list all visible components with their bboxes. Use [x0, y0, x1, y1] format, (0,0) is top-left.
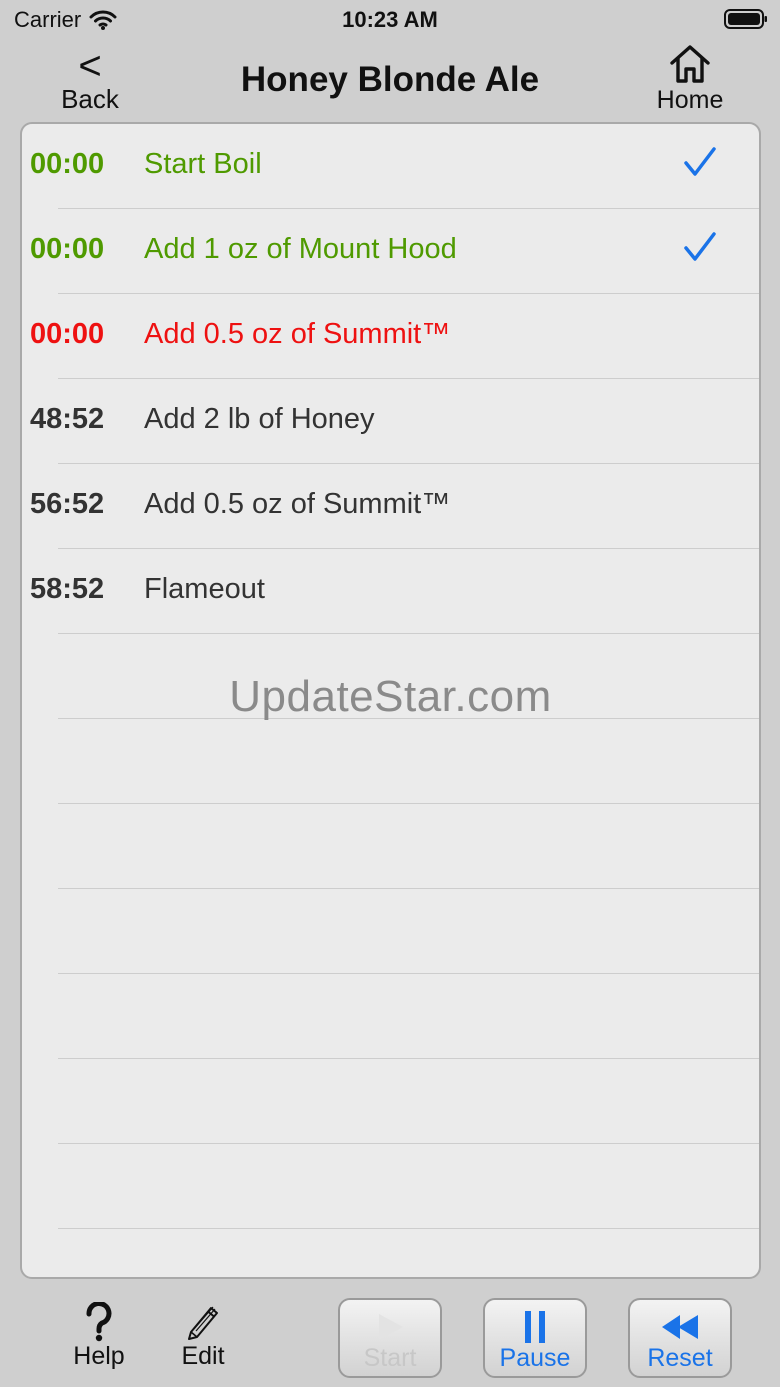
step-row[interactable]: 56:52 Add 0.5 oz of Summit™ [22, 464, 759, 549]
pencil-icon [188, 1306, 218, 1340]
boil-steps-list: 00:00 Start Boil 00:00 Add 1 oz of Mount… [20, 122, 761, 1279]
checkmark-icon [684, 232, 716, 261]
pause-button[interactable]: Pause [483, 1298, 587, 1378]
step-label: Add 0.5 oz of Summit™ [144, 488, 451, 520]
start-label: Start [363, 1344, 417, 1372]
question-icon [86, 1302, 112, 1342]
step-row[interactable]: 00:00 Start Boil [22, 124, 759, 209]
step-time: 00:00 [30, 233, 105, 265]
edit-button[interactable]: Edit [170, 1302, 236, 1371]
step-label: Add 0.5 oz of Summit™ [144, 318, 451, 350]
step-label: Start Boil [144, 148, 262, 180]
status-bar: Carrier 10:23 AM [0, 0, 780, 40]
step-row[interactable]: 00:00 Add 1 oz of Mount Hood [22, 209, 759, 294]
house-icon [670, 45, 710, 83]
step-label: Add 2 lb of Honey [144, 403, 375, 435]
start-button[interactable]: Start [338, 1298, 442, 1378]
step-time: 56:52 [30, 488, 105, 520]
empty-row [22, 804, 759, 889]
watermark: UpdateStar.com [229, 672, 552, 721]
battery-icon [724, 9, 767, 29]
empty-row [22, 719, 759, 804]
empty-row [22, 1059, 759, 1144]
step-time: 58:52 [30, 573, 105, 605]
rewind-icon [662, 1315, 698, 1339]
step-time: 00:00 [30, 148, 105, 180]
pause-label: Pause [499, 1344, 571, 1372]
empty-row [22, 889, 759, 974]
step-row[interactable]: 00:00 Add 0.5 oz of Summit™ [22, 294, 759, 379]
home-button[interactable]: Home [644, 44, 736, 115]
step-row[interactable]: 48:52 Add 2 lb of Honey [22, 379, 759, 464]
pause-icon [525, 1311, 545, 1343]
step-label: Add 1 oz of Mount Hood [144, 233, 457, 265]
help-button[interactable]: Help [64, 1302, 134, 1371]
reset-button[interactable]: Reset [628, 1298, 732, 1378]
status-time: 10:23 AM [342, 7, 438, 32]
step-row[interactable]: 58:52 Flameout [22, 549, 759, 634]
play-icon [379, 1314, 403, 1340]
help-label: Help [73, 1342, 125, 1370]
reset-label: Reset [647, 1344, 713, 1372]
empty-row [22, 974, 759, 1059]
app-screen: Carrier 10:23 AM < Back Honey Blonde Ale [0, 0, 780, 1387]
nav-bar: < Back Honey Blonde Ale Home [0, 40, 780, 120]
step-label: Flameout [144, 573, 265, 605]
home-label: Home [656, 86, 724, 114]
edit-label: Edit [181, 1342, 225, 1370]
checkmark-icon [684, 147, 716, 176]
step-time: 48:52 [30, 403, 105, 435]
row-divider [58, 1228, 759, 1229]
step-time: 00:00 [30, 318, 105, 350]
empty-row [22, 1144, 759, 1229]
